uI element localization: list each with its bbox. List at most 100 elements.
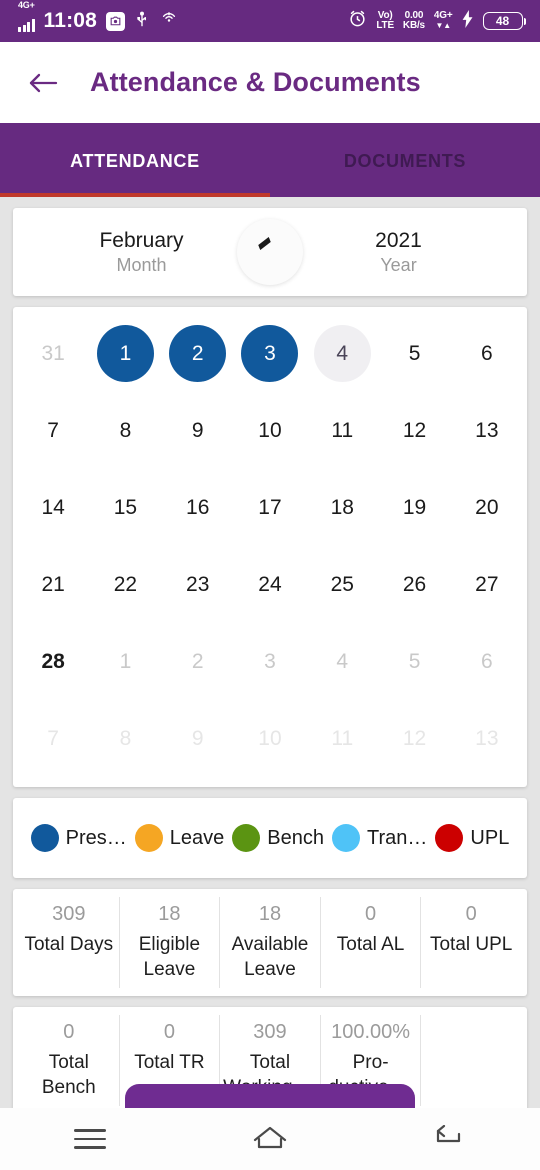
calendar-day-cell[interactable]: 11 [306,700,378,777]
calendar-day-muted: 6 [480,649,493,673]
calendar-day-cell[interactable]: 8 [89,392,161,469]
calendar-day-cell[interactable]: 12 [378,700,450,777]
calendar-day-cell[interactable]: 4 [306,623,378,700]
calendar-day-faint: 13 [475,726,499,750]
calendar-day-cell[interactable]: 2 [162,315,234,392]
calendar-day-cell[interactable]: 9 [162,392,234,469]
stat-value: 18 [258,903,282,925]
calendar-day-cell[interactable]: 15 [89,469,161,546]
stat-cell: 18 Available Leave [220,897,321,988]
tab-indicator [0,193,270,197]
calendar-week-row: 7 8 9 10 11 12 13 [17,700,523,777]
calendar-day-today: 4 [313,325,371,382]
calendar-day-cell[interactable]: 19 [378,469,450,546]
calendar-day-cell[interactable]: 4 [306,315,378,392]
calendar-day-cell[interactable]: 3 [234,623,306,700]
calendar-day-cell[interactable]: 2 [162,623,234,700]
calendar-day-normal: 11 [331,418,354,442]
screenshot-icon [106,11,126,31]
calendar-day-muted: 2 [191,649,204,673]
calendar-day-cell[interactable]: 14 [17,469,89,546]
calendar-day-cell[interactable]: 18 [306,469,378,546]
back-icon[interactable] [415,1116,485,1162]
calendar-day-cell[interactable]: 16 [162,469,234,546]
calendar-day-cell[interactable]: 6 [451,623,523,700]
calendar-day-cell[interactable]: 5 [378,315,450,392]
tab-bar: ATTENDANCE DOCUMENTS [0,125,540,197]
calendar-day-normal: 27 [475,572,499,596]
calendar-day-cell[interactable]: 24 [234,546,306,623]
calendar-day-cell[interactable]: 11 [306,392,378,469]
calendar-day-cell[interactable]: 9 [162,700,234,777]
arrow-left-icon[interactable] [26,66,60,100]
data-rate-indicator: 0.00 KB/s [402,10,425,31]
calendar-day-cell[interactable]: 10 [234,392,306,469]
calendar-day-normal: 14 [41,495,65,519]
calendar-week-row: 31 1 2 3 4 5 6 [17,315,523,392]
calendar-day-normal: 10 [258,418,282,442]
sync-button[interactable] [237,219,303,285]
calendar-day-cell[interactable]: 21 [17,546,89,623]
calendar-day-cell[interactable]: 25 [306,546,378,623]
calendar-day-normal: 17 [258,495,282,519]
calendar-day-cell[interactable]: 28 [17,623,89,700]
tab-documents[interactable]: DOCUMENTS [270,125,540,197]
calendar-day-muted: 3 [264,649,276,673]
stat-cell: 309 Total Days [19,897,120,988]
month-selector[interactable]: February Month [13,229,270,276]
calendar-day-cell[interactable]: 1 [89,623,161,700]
calendar-day-normal: 21 [41,572,65,596]
legend-label: Tran… [367,826,428,849]
calendar-day-cell[interactable]: 13 [451,392,523,469]
calendar-day-cell[interactable]: 7 [17,700,89,777]
calendar-day-cell[interactable]: 3 [234,315,306,392]
legend-color-dot [30,824,59,852]
calendar-day-cell[interactable]: 20 [451,469,523,546]
calendar-day-muted: 4 [336,649,349,673]
legend-color-dot [134,824,163,852]
calendar-day-cell[interactable]: 27 [451,546,523,623]
calendar-day-cell[interactable]: 13 [451,700,523,777]
year-label: Year [380,254,417,275]
legend-label: Leave [169,826,225,849]
calendar-day-normal: 12 [402,418,427,442]
calendar-day-cell[interactable]: 17 [234,469,306,546]
calendar-day-normal: 25 [330,572,354,596]
menu-icon[interactable] [55,1116,125,1162]
calendar-day-normal: 23 [186,572,210,596]
calendar-day-cell[interactable]: 31 [17,315,89,392]
legend-color-dot [332,824,361,852]
calendar-day-cell[interactable]: 6 [451,315,523,392]
calendar-day-cell[interactable]: 8 [89,700,161,777]
calendar-day-cell[interactable]: 7 [17,392,89,469]
legend-label: Pres… [65,826,127,849]
stat-cell: 18 Eligible Leave [120,897,221,988]
calendar-day-cell[interactable]: 5 [378,623,450,700]
legend-card: Pres… Leave Bench Tran… UPL [13,798,527,878]
home-icon[interactable] [235,1116,305,1162]
legend-label: UPL [470,826,510,849]
calendar-day-faint: 11 [331,726,354,750]
calendar-grid: 31 1 2 3 4 5 6 7 8 9 10 11 12 13 14 15 16 17 18 19 20 21 22 23 2… [13,307,527,787]
signal-strength-icon: 4G+ [18,0,35,32]
calendar-day-cell[interactable]: 10 [234,700,306,777]
calendar-day-cell[interactable]: 23 [162,546,234,623]
battery-indicator: 48 [482,12,526,30]
calendar-day-present: 1 [96,325,154,382]
stat-label: Total Days [24,934,114,955]
primary-action-button[interactable] [125,1084,415,1110]
sync-icon [256,236,271,249]
calendar-day-muted: 5 [408,649,421,673]
calendar-day-normal: 8 [119,418,132,442]
year-selector[interactable]: 2021 Year [270,229,527,276]
calendar-week-row: 14 15 16 17 18 19 20 [17,469,523,546]
calendar-day-normal: 22 [113,572,138,596]
calendar-day-cell[interactable]: 26 [378,546,450,623]
calendar-day-cell[interactable]: 22 [89,546,161,623]
calendar-day-cell[interactable]: 1 [89,315,161,392]
calendar-day-cell[interactable]: 12 [378,392,450,469]
system-nav-bar [0,1108,540,1170]
tab-attendance[interactable]: ATTENDANCE [0,125,270,197]
calendar-day-normal: 24 [258,572,282,596]
calendar-card: 31 1 2 3 4 5 6 7 8 9 10 11 12 13 14 15 16 17 18 19 20 21 22 23 2… [13,307,527,787]
